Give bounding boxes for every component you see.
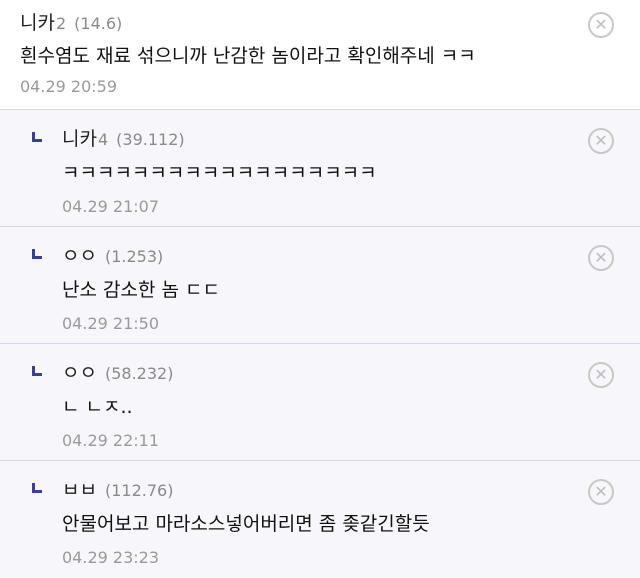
comment-nickname[interactable]: 니카 [62, 124, 97, 151]
reply-arrow-icon [32, 249, 42, 259]
reply-arrow-icon [32, 366, 42, 376]
reply-item: 니카 4 (39.112) ㅋㅋㅋㅋㅋㅋㅋㅋㅋㅋㅋㅋㅋㅋㅋㅋㅋㅋ 04.29 2… [0, 110, 640, 227]
user-level: 4 [97, 130, 109, 149]
comment-timestamp: 04.29 21:50 [62, 314, 159, 333]
reply-item: ㅂㅂ (112.76) 안물어보고 마라소스넣어버리면 좀 좆같긴할듯 04.2… [0, 461, 640, 578]
user-score: (39.112) [116, 130, 185, 149]
comment-header: ㅇㅇ (58.232) [62, 358, 620, 384]
comment-timestamp: 04.29 23:23 [62, 548, 159, 567]
comment-header: ㅂㅂ (112.76) [62, 475, 620, 501]
user-level: 2 [55, 14, 67, 33]
comment-text: 난소 감소한 놈 ㄷㄷ [62, 279, 220, 301]
close-circle-icon[interactable]: ✕ [588, 362, 614, 388]
comment-nickname[interactable]: ㅇㅇ [62, 241, 97, 268]
reply-arrow-icon [32, 483, 42, 493]
comment-timestamp: 04.29 21:07 [62, 197, 159, 216]
close-circle-icon[interactable]: ✕ [588, 479, 614, 505]
comment-timestamp: 04.29 22:11 [62, 431, 159, 450]
user-score: (58.232) [104, 364, 174, 383]
close-circle-icon[interactable]: ✕ [588, 128, 614, 154]
comment-nickname[interactable]: 니카 [20, 8, 55, 35]
comment-nickname[interactable]: ㅇㅇ [62, 358, 97, 385]
user-score: (14.6) [74, 14, 123, 33]
reply-item: ㅇㅇ (58.232) ㄴ ㄴㅈ.. 04.29 22:11 ✕ [0, 344, 640, 461]
comment-header: 니카 2 (14.6) [20, 8, 620, 34]
comment-text: ㅋㅋㅋㅋㅋㅋㅋㅋㅋㅋㅋㅋㅋㅋㅋㅋㅋㅋ [62, 162, 377, 184]
user-score: (112.76) [104, 481, 174, 500]
comment-text: 안물어보고 마라소스넣어버리면 좀 좆같긴할듯 [62, 513, 430, 535]
close-circle-icon[interactable]: ✕ [588, 245, 614, 271]
comment-item: 니카 2 (14.6) 흰수염도 재료 섞으니까 난감한 놈이라고 확인해주네 … [0, 0, 640, 110]
reply-item: ㅇㅇ (1.253) 난소 감소한 놈 ㄷㄷ 04.29 21:50 ✕ [0, 227, 640, 344]
comment-nickname[interactable]: ㅂㅂ [62, 475, 97, 502]
comment-timestamp: 04.29 20:59 [20, 77, 117, 96]
close-circle-icon[interactable]: ✕ [588, 12, 614, 38]
comment-list: 니카 2 (14.6) 흰수염도 재료 섞으니까 난감한 놈이라고 확인해주네 … [0, 0, 640, 578]
user-score: (1.253) [104, 247, 164, 266]
comment-header: 니카 4 (39.112) [62, 124, 620, 150]
reply-arrow-icon [32, 132, 42, 142]
comment-header: ㅇㅇ (1.253) [62, 241, 620, 267]
comment-text: ㄴ ㄴㅈ.. [62, 396, 133, 418]
comment-text: 흰수염도 재료 섞으니까 난감한 놈이라고 확인해주네 ㅋㅋ [20, 45, 476, 67]
